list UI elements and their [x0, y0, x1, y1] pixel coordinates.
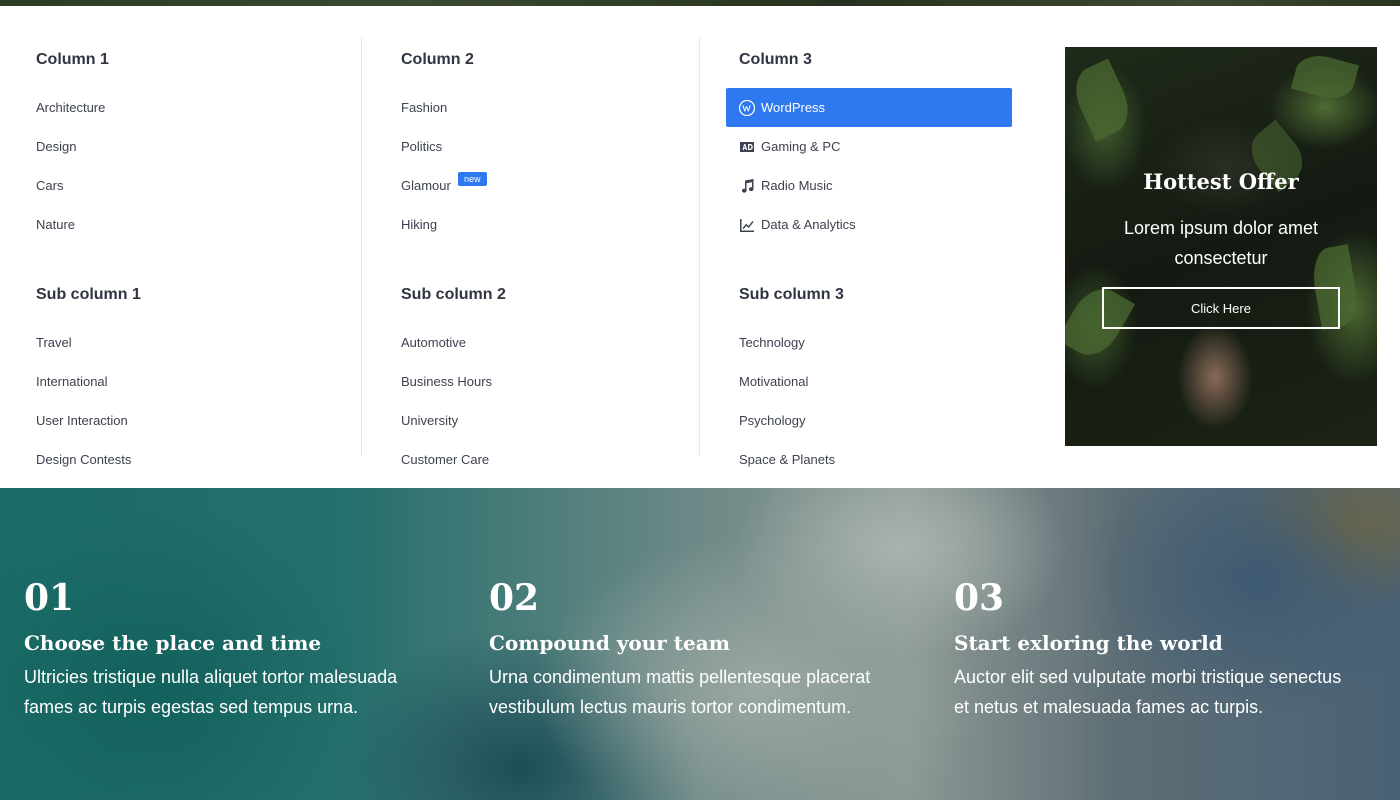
menu-item-label: Data & Analytics [761, 217, 856, 232]
menu-item-space-planets[interactable]: Space & Planets [739, 440, 1038, 479]
menu-column-1: Column 1 Architecture Design Cars Nature… [0, 38, 361, 467]
menu-item-psychology[interactable]: Psychology [739, 401, 1038, 440]
sub-column-list: Travel International User Interaction De… [36, 323, 361, 479]
menu-item-university[interactable]: University [401, 401, 699, 440]
step-text: Auctor elit sed vulputate morbi tristiqu… [954, 667, 1342, 717]
menu-column-2: Column 2 Fashion Politics Glamour new Hi… [361, 38, 699, 467]
sub-column-heading: Sub column 2 [401, 286, 506, 303]
step-number: 01 [24, 577, 75, 619]
menu-item-automotive[interactable]: Automotive [401, 323, 699, 362]
sub-column-list: Automotive Business Hours University Cus… [401, 323, 699, 479]
menu-item-gaming-pc[interactable]: Gaming & PC [739, 127, 1038, 166]
menu-item-cars[interactable]: Cars [36, 166, 361, 205]
step-number: 02 [489, 577, 540, 619]
menu-item-label: Gaming & PC [761, 139, 841, 154]
step-3: 03 Start exloring the world Auctor elit … [954, 576, 1344, 722]
column-list: WordPress Gaming & PC Radio Music Data &… [726, 88, 1038, 244]
menu-item-label: Glamour [401, 178, 451, 193]
sub-column-heading: Sub column 3 [739, 286, 844, 303]
menu-column-3: Column 3 WordPress Gaming & PC Radio Mus… [699, 38, 1038, 467]
step-title: Compound your team [489, 631, 730, 655]
menu-item-technology[interactable]: Technology [739, 323, 1038, 362]
menu-item-travel[interactable]: Travel [36, 323, 361, 362]
menu-item-data-analytics[interactable]: Data & Analytics [739, 205, 1038, 244]
column-list: Architecture Design Cars Nature [36, 88, 361, 244]
chart-line-icon [739, 217, 755, 233]
mega-menu: Column 1 Architecture Design Cars Nature… [0, 6, 1400, 488]
menu-item-wordpress[interactable]: WordPress [726, 88, 1012, 127]
menu-item-design[interactable]: Design [36, 127, 361, 166]
step-title: Choose the place and time [24, 631, 322, 655]
leaf-decoration [1066, 58, 1138, 142]
wordpress-icon [739, 99, 755, 116]
menu-item-user-interaction[interactable]: User Interaction [36, 401, 361, 440]
step-title: Start exloring the world [954, 631, 1223, 655]
ad-icon [739, 139, 755, 155]
step-2: 02 Compound your team Urna condimentum m… [489, 576, 879, 722]
leaf-decoration [1290, 49, 1360, 105]
menu-item-customer-care[interactable]: Customer Care [401, 440, 699, 479]
menu-item-hiking[interactable]: Hiking [401, 205, 699, 244]
column-heading: Column 2 [401, 51, 474, 68]
sub-column-heading: Sub column 1 [36, 286, 141, 303]
music-icon [739, 178, 755, 194]
menu-item-fashion[interactable]: Fashion [401, 88, 699, 127]
promo-card: Hottest Offer Lorem ipsum dolor amet con… [1065, 47, 1377, 446]
new-badge: new [458, 172, 487, 186]
menu-item-glamour[interactable]: Glamour new [401, 166, 699, 205]
step-number: 03 [954, 577, 1005, 619]
menu-item-radio-music[interactable]: Radio Music [739, 166, 1038, 205]
hero-steps-section: 01 Choose the place and time Ultricies t… [0, 488, 1400, 800]
menu-item-label: Radio Music [761, 178, 833, 193]
column-list: Fashion Politics Glamour new Hiking [401, 88, 699, 244]
menu-item-politics[interactable]: Politics [401, 127, 699, 166]
step-1: 01 Choose the place and time Ultricies t… [24, 576, 414, 722]
column-heading: Column 1 [36, 51, 109, 68]
menu-item-motivational[interactable]: Motivational [739, 362, 1038, 401]
sub-column-list: Technology Motivational Psychology Space… [739, 323, 1038, 479]
menu-item-architecture[interactable]: Architecture [36, 88, 361, 127]
click-here-button[interactable]: Click Here [1102, 287, 1340, 329]
promo-title: Hottest Offer [1143, 169, 1299, 194]
menu-item-international[interactable]: International [36, 362, 361, 401]
menu-item-business-hours[interactable]: Business Hours [401, 362, 699, 401]
column-heading: Column 3 [739, 51, 812, 68]
promo-text: Lorem ipsum dolor amet consectetur [1123, 218, 1319, 268]
menu-item-label: WordPress [761, 100, 826, 115]
menu-item-design-contests[interactable]: Design Contests [36, 440, 361, 479]
step-text: Ultricies tristique nulla aliquet tortor… [24, 667, 398, 717]
step-text: Urna condimentum mattis pellentesque pla… [489, 667, 871, 717]
menu-item-nature[interactable]: Nature [36, 205, 361, 244]
